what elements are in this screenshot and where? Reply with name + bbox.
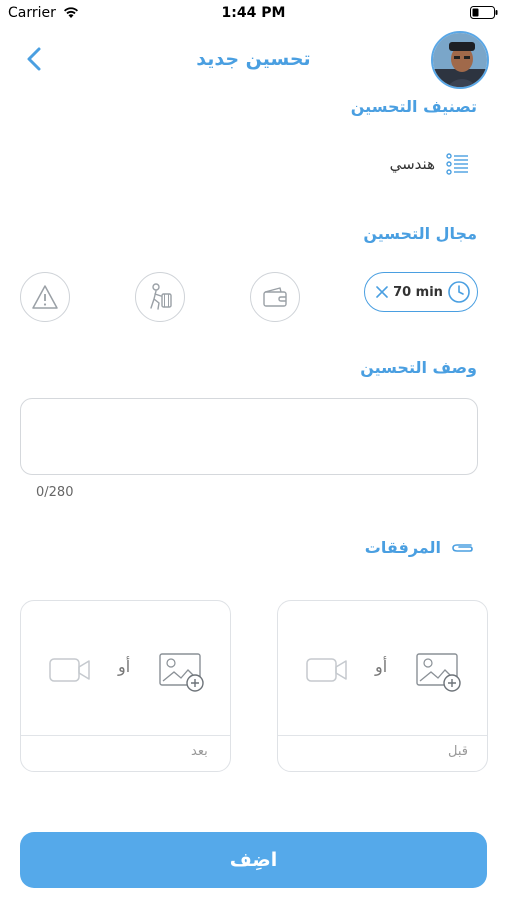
- after-caption: بعد: [191, 744, 208, 759]
- card-divider: [21, 735, 230, 736]
- classification-value: هندسي: [389, 155, 435, 173]
- classification-label: تصنيف التحسين: [350, 97, 477, 116]
- warning-icon: [32, 285, 58, 309]
- list-icon: [446, 153, 468, 175]
- before-caption: قبل: [448, 744, 468, 759]
- field-option-time[interactable]: 70 min: [364, 272, 478, 312]
- nav-bar: تحسين جديد: [0, 28, 507, 92]
- attachments-header: المرفقات: [365, 538, 475, 557]
- battery-icon: [470, 6, 498, 19]
- status-bar: Carrier 1:44 PM: [0, 0, 507, 28]
- card-divider: [278, 735, 487, 736]
- video-icon[interactable]: [49, 656, 91, 684]
- classification-selector[interactable]: هندسي: [390, 150, 469, 178]
- or-text: أو: [375, 657, 388, 676]
- avatar-image: [433, 33, 487, 87]
- char-counter: 0/280: [36, 485, 74, 500]
- close-icon[interactable]: [375, 285, 389, 299]
- field-option-safety[interactable]: [20, 272, 70, 322]
- status-time: 1:44 PM: [221, 5, 286, 21]
- description-label: وصف التحسين: [360, 358, 477, 377]
- after-media-card: أو بعد: [20, 600, 231, 772]
- clock-icon: [448, 281, 470, 303]
- wallet-icon: [263, 287, 287, 307]
- add-photo-icon[interactable]: [159, 651, 207, 695]
- add-button[interactable]: اضِف: [20, 832, 487, 888]
- time-value: 70 min: [393, 284, 443, 300]
- description-input[interactable]: [20, 398, 478, 475]
- field-label: مجال التحسين: [363, 224, 477, 243]
- or-text: أو: [118, 657, 131, 676]
- avatar[interactable]: [431, 31, 489, 89]
- paperclip-icon: [452, 543, 473, 552]
- add-photo-icon[interactable]: [416, 651, 464, 695]
- attachments-label: المرفقات: [364, 538, 441, 557]
- field-option-finance[interactable]: [250, 272, 300, 322]
- field-option-worker[interactable]: [135, 272, 185, 322]
- before-media-card: أو قبل: [277, 600, 488, 772]
- video-icon[interactable]: [306, 656, 348, 684]
- worker-icon: [150, 283, 172, 310]
